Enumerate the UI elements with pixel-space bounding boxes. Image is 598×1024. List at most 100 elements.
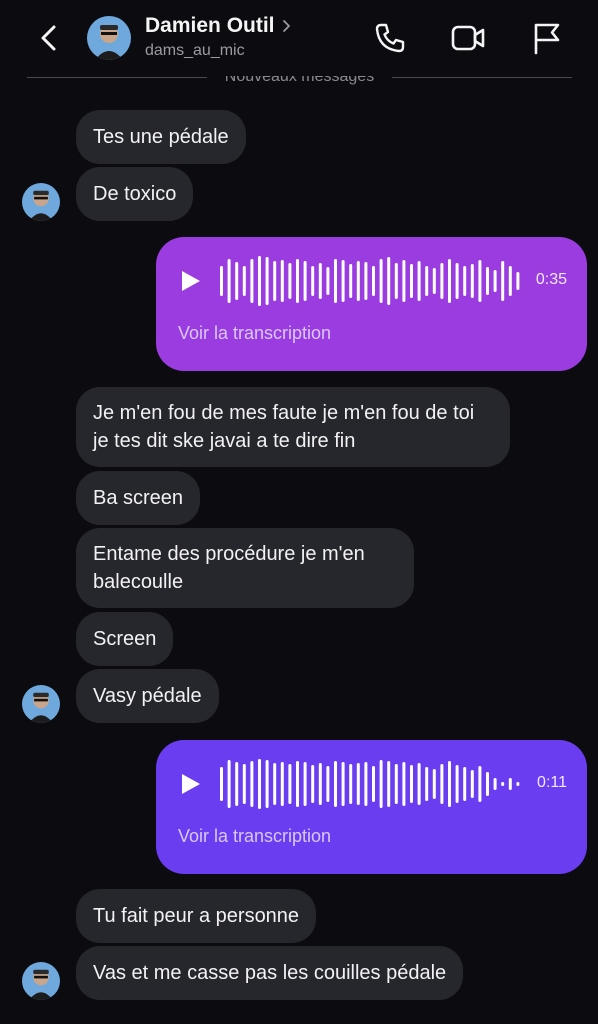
waveform-bar — [440, 263, 444, 299]
waveform-bar — [372, 266, 375, 296]
waveform-bar — [349, 764, 353, 804]
waveform-bar — [448, 259, 451, 303]
play-icon[interactable] — [180, 772, 202, 796]
waveform-bar — [235, 262, 239, 300]
message-bubble[interactable]: Vas et me casse pas les couilles pédale — [76, 946, 464, 1000]
waveform-bar — [273, 763, 277, 805]
waveform-bar — [455, 765, 459, 803]
waveform-bar — [326, 766, 330, 802]
waveform-bar — [493, 778, 497, 790]
waveform-bar — [288, 263, 292, 299]
waveform-bar — [220, 266, 223, 296]
flag-icon[interactable] — [528, 20, 564, 56]
waveform-bar — [296, 259, 299, 303]
message-bubble[interactable]: Ba screen — [76, 471, 201, 525]
waveform-bar — [250, 761, 254, 807]
waveform-bar — [425, 767, 429, 801]
waveform-bar — [296, 761, 299, 807]
waveform-bar — [402, 762, 406, 806]
avatar[interactable] — [22, 962, 60, 1000]
contact-name[interactable]: Damien Outil — [145, 14, 275, 38]
waveform-bar — [410, 765, 413, 803]
message-text: Entame des procédure je m'en balecoulle — [93, 543, 365, 593]
message-text: Je m'en fou de mes faute je m'en fou de … — [93, 402, 475, 452]
waveform-bar — [372, 766, 375, 802]
video-icon[interactable] — [450, 20, 486, 56]
contact-name-row[interactable]: Damien Outil — [145, 14, 293, 38]
waveform-bar — [463, 767, 467, 801]
waveform-bar — [242, 764, 246, 804]
waveform-bar — [280, 762, 284, 806]
waveform-bar — [470, 770, 474, 798]
waveform-bar — [364, 762, 368, 806]
waveform-bar — [440, 764, 444, 804]
back-icon[interactable] — [34, 22, 66, 54]
waveform-bar — [220, 767, 223, 801]
waveform-bar — [326, 267, 330, 295]
waveform-bar — [478, 260, 482, 302]
divider-line-left — [27, 77, 207, 78]
waveform-bar — [356, 763, 360, 805]
view-transcript-link[interactable]: Voir la transcription — [178, 323, 331, 344]
message-text: De toxico — [93, 183, 177, 205]
voice-message[interactable]: 0:35 Voir la transcription — [156, 237, 587, 371]
waveform-bar — [235, 762, 239, 806]
message-text: Tes une pédale — [93, 126, 229, 148]
waveform-bar — [417, 763, 421, 805]
waveform-bar — [486, 267, 489, 295]
waveform-bar — [463, 266, 467, 296]
waveform-bar — [265, 257, 269, 305]
waveform-bar — [470, 264, 474, 298]
waveform-bar — [242, 266, 246, 296]
message-text: Screen — [93, 628, 157, 650]
waveform-bar — [516, 782, 520, 786]
chat-header: Damien Outil dams_au_mic — [0, 0, 598, 76]
waveform-bar — [432, 769, 436, 799]
message-text: Vasy pédale — [93, 685, 202, 707]
waveform-bar — [341, 762, 345, 806]
waveform-bar — [356, 261, 360, 301]
waveform-bar — [516, 272, 520, 290]
waveform-bar — [455, 263, 459, 299]
waveform-bar — [417, 261, 421, 301]
waveform-bar — [379, 760, 383, 808]
avatar[interactable] — [22, 183, 60, 221]
avatar[interactable] — [22, 685, 60, 723]
waveform-bar — [318, 763, 322, 805]
voice-duration: 0:35 — [535, 271, 567, 288]
waveform-bar — [250, 259, 254, 303]
message-bubble[interactable]: Vasy pédale — [76, 669, 219, 723]
message-bubble[interactable]: De toxico — [76, 167, 194, 221]
message-bubble[interactable]: Je m'en fou de mes faute je m'en fou de … — [76, 387, 510, 467]
waveform-bar — [288, 764, 292, 804]
waveform-bar — [227, 259, 231, 303]
waveform-bar — [341, 260, 345, 302]
waveform-bar — [387, 761, 391, 807]
voice-message[interactable]: 0:11 Voir la transcription — [156, 740, 587, 874]
waveform-bar — [265, 760, 269, 808]
divider-line-right — [392, 77, 572, 78]
waveform-bar — [501, 782, 505, 786]
message-text: Vas et me casse pas les couilles pédale — [93, 962, 447, 984]
waveform-bar — [334, 761, 337, 807]
waveform-bar — [311, 266, 315, 296]
contact-username: dams_au_mic — [145, 42, 245, 59]
waveform-bar — [303, 762, 307, 806]
waveform-bar — [394, 263, 398, 299]
waveform-bar — [349, 264, 353, 298]
message-bubble[interactable]: Tu fait peur a personne — [76, 889, 317, 943]
waveform-bar — [364, 262, 368, 300]
view-transcript-link[interactable]: Voir la transcription — [178, 826, 331, 847]
waveform-bar — [402, 260, 406, 302]
waveform-bar — [501, 261, 505, 301]
phone-icon[interactable] — [372, 20, 408, 56]
avatar[interactable] — [87, 16, 131, 60]
play-icon[interactable] — [180, 269, 202, 293]
waveform-bar — [486, 772, 489, 796]
chevron-right-icon[interactable] — [281, 18, 293, 34]
message-bubble[interactable]: Screen — [76, 612, 174, 666]
waveform-bar — [478, 766, 482, 802]
waveform-bar — [318, 263, 322, 299]
message-bubble[interactable]: Tes une pédale — [76, 110, 246, 164]
message-bubble[interactable]: Entame des procédure je m'en balecoulle — [76, 528, 414, 608]
